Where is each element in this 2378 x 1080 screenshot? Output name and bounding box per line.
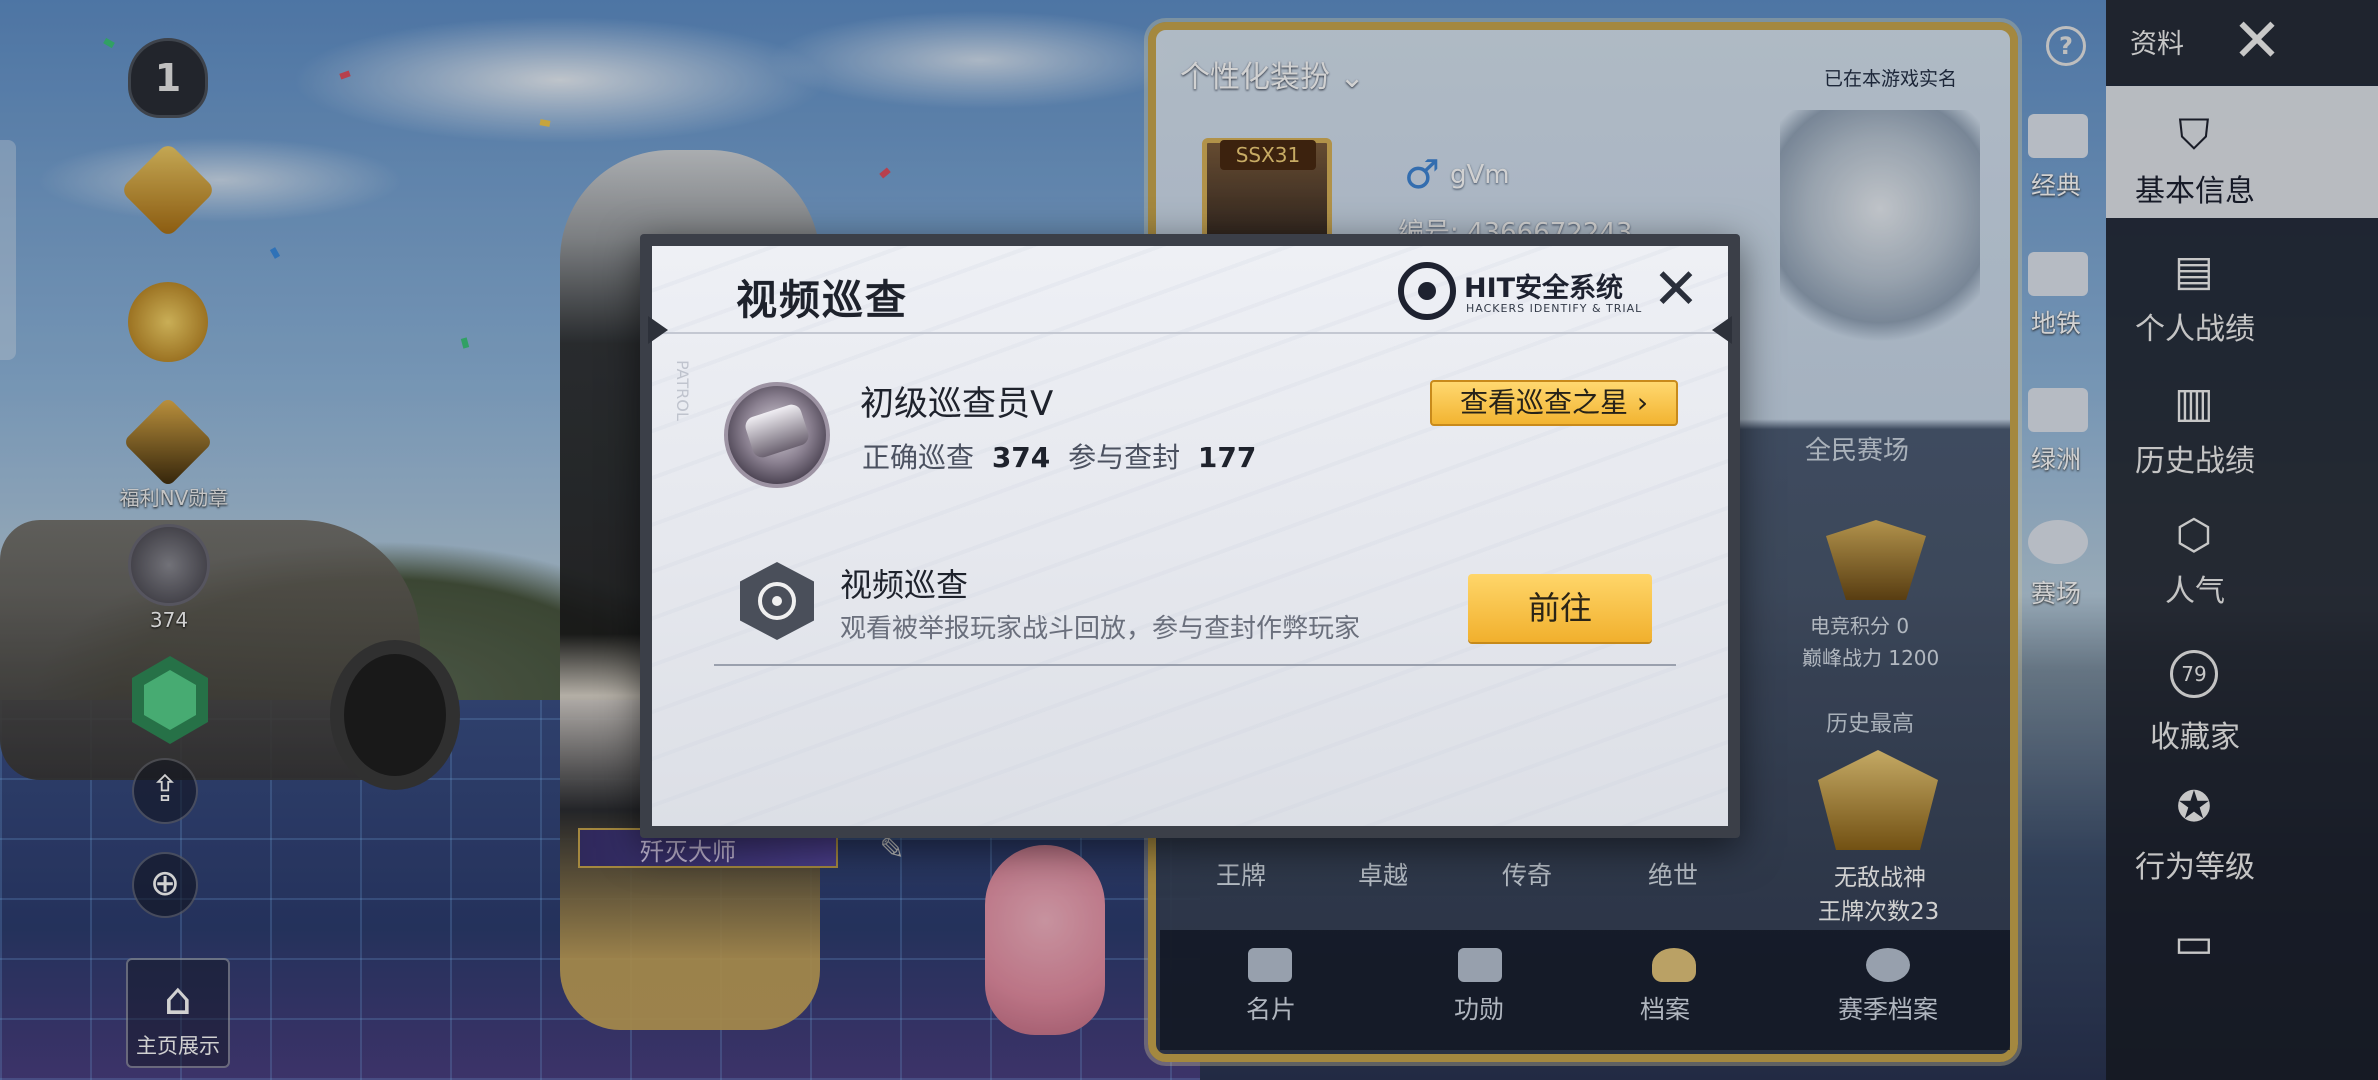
ban-participation-label: 参与查封	[1068, 441, 1181, 474]
hit-brand-subtitle: HACKERS IDENTIFY & TRIAL	[1466, 302, 1643, 315]
dialog-corner-ornament	[1712, 316, 1732, 344]
patrol-rank-title: 初级巡查员V	[860, 384, 1054, 424]
row-divider	[714, 664, 1676, 666]
correct-patrol-label: 正确巡查	[862, 441, 975, 474]
dialog-watermark: PATROL	[673, 360, 692, 421]
patrol-stats: 正确巡查 374 参与查封 177	[862, 436, 1256, 476]
go-button[interactable]: 前往	[1468, 574, 1652, 642]
video-patrol-entry-description: 观看被举报玩家战斗回放，参与查封作弊玩家	[840, 614, 1361, 644]
hit-logo-core	[1418, 282, 1436, 300]
hit-brand-name: HIT安全系统	[1464, 273, 1624, 304]
view-patrol-star-button[interactable]: 查看巡查之星 ›	[1430, 380, 1678, 426]
ban-participation-value: 177	[1197, 441, 1257, 474]
dialog-corner-ornament	[648, 316, 668, 344]
dialog-close-button[interactable]: ✕	[1646, 262, 1706, 322]
correct-patrol-value: 374	[991, 441, 1051, 474]
dialog-title: 视频巡查	[736, 276, 908, 324]
crosshair-center	[772, 596, 782, 606]
video-patrol-entry-title: 视频巡查	[840, 566, 969, 604]
